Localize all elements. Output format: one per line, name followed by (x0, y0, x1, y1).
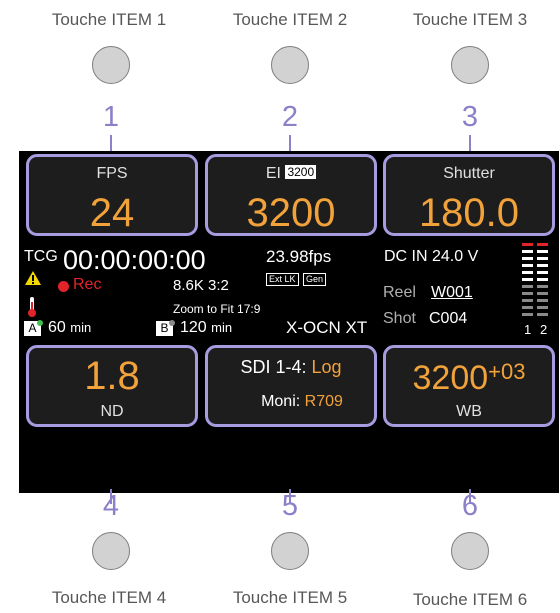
sdi-line: SDI 1-4: Log (208, 357, 374, 378)
shot-label: Shot (383, 310, 416, 327)
shutter-tile[interactable]: Shutter 180.0 (383, 154, 555, 236)
resolution: 8.6K 3:2 (173, 277, 229, 294)
gen-badge: Gen (302, 273, 326, 286)
slot-b-minutes: 120 (180, 319, 207, 336)
lock-badges: Ext LK Gen (266, 269, 326, 287)
wb-value-line: 3200+03 (386, 359, 552, 397)
zoom-info: Zoom to Fit 17:9 (173, 302, 261, 316)
shutter-value: 180.0 (418, 191, 520, 235)
sdi-value: Log (311, 357, 342, 377)
tcg-label: TCG (24, 248, 58, 265)
callout-number-5: 5 (281, 490, 299, 522)
caption-item-4: Touche ITEM 4 (51, 588, 167, 607)
nd-label: ND (100, 403, 124, 420)
thermometer-icon (28, 297, 36, 317)
item-5-button[interactable] (271, 532, 309, 570)
codec: X-OCN XT (286, 318, 368, 337)
rec-label: Rec (73, 276, 102, 293)
callout-number-1: 1 (102, 101, 120, 133)
nd-value: 1.8 (84, 354, 140, 398)
moni-value: R709 (304, 393, 343, 410)
caption-item-2: Touche ITEM 2 (232, 10, 348, 29)
slot-a-dot-icon (37, 320, 43, 326)
item-2-button[interactable] (271, 46, 309, 84)
reel-value: W001 (431, 284, 473, 301)
caption-item-5: Touche ITEM 5 (232, 588, 348, 607)
item-6-button[interactable] (451, 532, 489, 570)
ei-header: EI 3200 (208, 165, 374, 183)
output-tile[interactable]: SDI 1-4: Log Moni: R709 (205, 345, 377, 427)
ext-lk-badge: Ext LK (266, 273, 299, 286)
slot-a-minutes: 60 (48, 319, 66, 336)
ei-tile[interactable]: EI 3200 3200 (205, 154, 377, 236)
warning-icon (25, 271, 41, 285)
item-1-button[interactable] (92, 46, 130, 84)
fps-readout: 23.98fps (266, 247, 332, 266)
nd-tile[interactable]: 1.8 ND (26, 345, 198, 427)
wb-offset: +03 (488, 359, 526, 384)
slot-a-time: 60 min (48, 319, 91, 337)
wb-tile[interactable]: 3200+03 WB (383, 345, 555, 427)
callout-number-3: 3 (461, 101, 479, 133)
item-4-button[interactable] (92, 532, 130, 570)
reel-label: Reel (383, 284, 416, 301)
callout-number-6: 6 (461, 490, 479, 522)
shutter-label: Shutter (443, 165, 495, 182)
slot-b-unit: min (211, 320, 233, 335)
meter-ch1-label: 1 (524, 322, 532, 337)
wb-value: 3200 (412, 359, 489, 397)
dc-in-readout: DC IN 24.0 V (384, 248, 479, 265)
slot-b-dot-icon (169, 320, 175, 326)
shot-value: C004 (429, 310, 468, 327)
moni-line: Moni: R709 (208, 393, 374, 411)
camera-display: FPS 24 EI 3200 3200 Shutter 180.0 TCG 00… (19, 151, 559, 493)
fps-tile[interactable]: FPS 24 (26, 154, 198, 236)
wb-label: WB (456, 403, 482, 420)
slot-a-letter: A (28, 321, 37, 335)
fps-value: 24 (89, 191, 135, 235)
fps-label: FPS (96, 165, 128, 182)
ei-badge: 3200 (285, 165, 317, 179)
moni-label: Moni: (261, 393, 301, 410)
callout-number-2: 2 (281, 101, 299, 133)
caption-item-6: Touche ITEM 6 (412, 590, 528, 609)
meter-ch2-label: 2 (540, 322, 548, 337)
sdi-label: SDI 1-4: (240, 357, 307, 377)
slot-b-time: 120 min (180, 319, 232, 337)
slot-a-unit: min (70, 320, 92, 335)
item-3-button[interactable] (451, 46, 489, 84)
ei-value: 3200 (246, 191, 336, 235)
caption-item-1: Touche ITEM 1 (51, 10, 167, 29)
callout-number-4: 4 (102, 490, 120, 522)
slot-b-letter: B (160, 321, 169, 335)
audio-meter: 1 2 (516, 243, 556, 343)
caption-item-3: Touche ITEM 3 (412, 10, 528, 29)
rec-dot-icon (58, 281, 69, 292)
timecode: 00:00:00:00 (63, 245, 206, 275)
ei-label: EI (265, 165, 281, 182)
